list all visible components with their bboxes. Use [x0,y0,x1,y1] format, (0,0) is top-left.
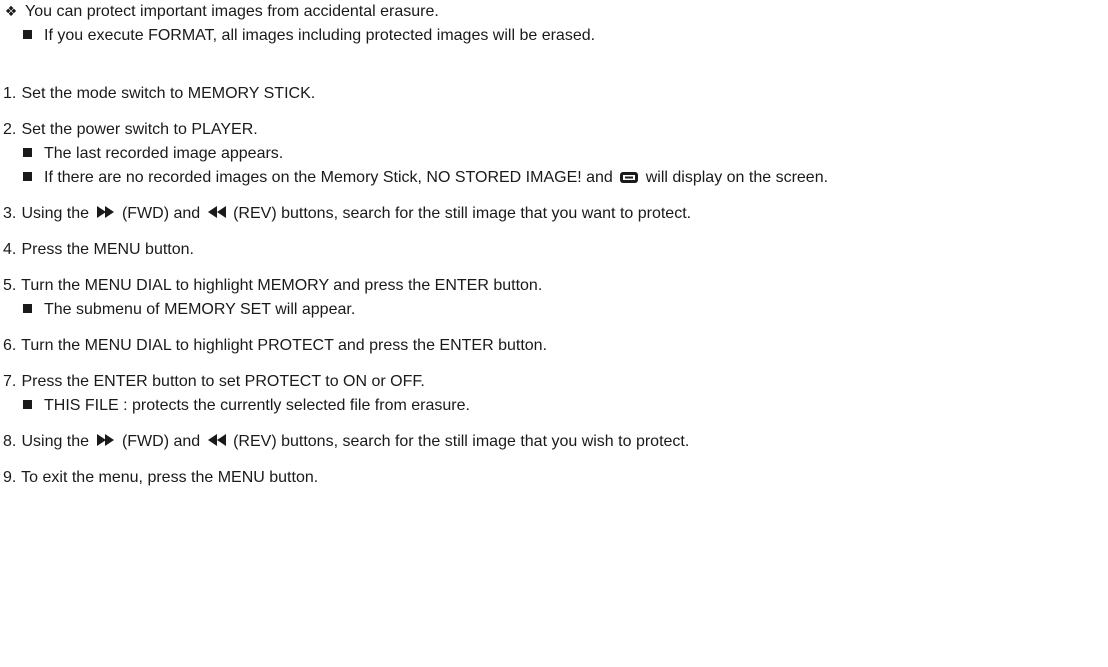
step-text: Set the mode switch to MEMORY STICK. [21,85,316,102]
step-3: 3. Using the (FWD) and (REV) buttons, se… [3,202,1103,226]
step-2-sub-1: The last recorded image appears. [3,142,1103,166]
intro-line: ❖ You can protect important images from a… [3,0,1103,24]
step-text-c: (REV) buttons, search for the still imag… [233,433,690,450]
intro-text: You can protect important images from ac… [25,3,439,20]
intro-note-text: If you execute FORMAT, all images includ… [44,27,596,44]
memory-stick-icon [620,172,639,183]
step-text-c: (REV) buttons, search for the still imag… [233,205,692,222]
sub-text: The submenu of MEMORY SET will appear. [44,301,356,318]
step-7-sub-1: THIS FILE : protects the currently selec… [3,394,1103,418]
step-number: 6. [3,337,17,354]
step-number: 7. [3,373,17,390]
step-5: 5. Turn the MENU DIAL to highlight MEMOR… [3,274,1103,322]
square-bullet-icon [23,304,32,313]
steps-list: 1. Set the mode switch to MEMORY STICK. … [3,82,1103,490]
step-1: 1. Set the mode switch to MEMORY STICK. [3,82,1103,106]
rewind-icon [207,206,226,218]
step-5-sub-1: The submenu of MEMORY SET will appear. [3,298,1103,322]
step-text: Turn the MENU DIAL to highlight MEMORY a… [21,277,543,294]
instruction-page: ❖ You can protect important images from a… [3,0,1103,502]
step-number: 3. [3,205,17,222]
step-2-sub-2: If there are no recorded images on the M… [3,166,1103,190]
sub-text-tail: will display on the screen. [645,169,829,186]
step-text: To exit the menu, press the MENU button. [21,469,319,486]
step-number: 9. [3,469,17,486]
step-7: 7. Press the ENTER button to set PROTECT… [3,370,1103,418]
four-petal-diamond-icon: ❖ [4,3,18,19]
rewind-icon [207,434,226,446]
step-text-a: Using the [21,205,90,222]
step-4: 4. Press the MENU button. [3,238,1103,262]
step-text: Press the MENU button. [21,241,194,258]
step-number: 1. [3,85,17,102]
intro-note: If you execute FORMAT, all images includ… [3,24,1103,48]
step-number: 5. [3,277,17,294]
step-number: 2. [3,121,17,138]
step-text-b: (FWD) and [121,205,201,222]
fast-forward-icon [96,206,114,218]
step-8: 8. Using the (FWD) and (REV) buttons, se… [3,430,1103,454]
square-bullet-icon [23,30,32,39]
step-9: 9. To exit the menu, press the MENU butt… [3,466,1103,490]
step-text: Press the ENTER button to set PROTECT to… [21,373,425,390]
step-text: Set the power switch to PLAYER. [21,121,258,138]
step-2: 2. Set the power switch to PLAYER. The l… [3,118,1103,190]
step-number: 8. [3,433,17,450]
step-text-a: Using the [21,433,90,450]
sub-text: The last recorded image appears. [44,145,284,162]
fast-forward-icon [96,434,114,446]
step-number: 4. [3,241,17,258]
step-text: Turn the MENU DIAL to highlight PROTECT … [21,337,548,354]
square-bullet-icon [23,400,32,409]
square-bullet-icon [23,148,32,157]
sub-text: If there are no recorded images on the M… [44,169,613,186]
sub-text: THIS FILE : protects the currently selec… [44,397,470,414]
square-bullet-icon [23,172,32,181]
step-6: 6. Turn the MENU DIAL to highlight PROTE… [3,334,1103,358]
step-text-b: (FWD) and [121,433,201,450]
